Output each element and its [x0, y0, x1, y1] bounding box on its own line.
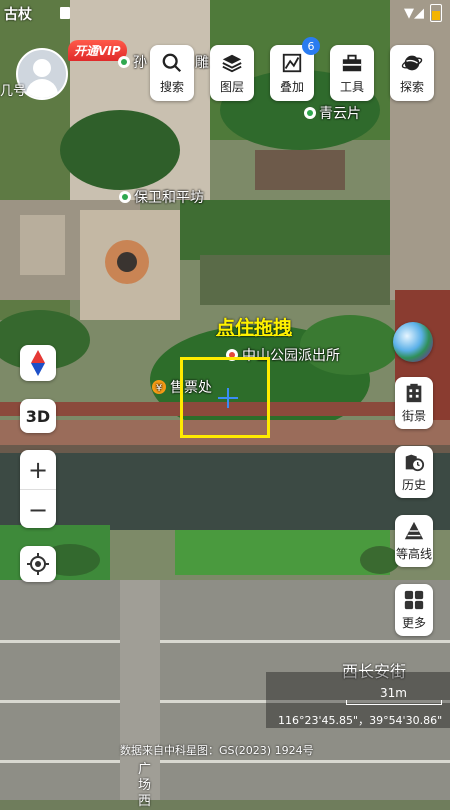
poi-label: 保卫和平坊	[134, 190, 204, 206]
signal-icon: ▼◢	[404, 5, 424, 21]
vertical-place-label: 广场西	[138, 762, 152, 809]
locate-button[interactable]	[20, 546, 56, 582]
poi-partial-right[interactable]: 雕	[195, 52, 209, 72]
status-bar: 古杖 ▼◢	[0, 0, 450, 28]
poi-label: 雕	[195, 55, 209, 71]
avatar-caption: 几号	[0, 84, 27, 99]
scale-label: 31m	[380, 686, 407, 700]
contour-button[interactable]: 等高线	[395, 515, 433, 567]
map-attribution: 数据来自中科星图：GS(2023) 1924号	[120, 744, 314, 757]
street-view-icon	[406, 383, 422, 403]
search-label: 搜索	[159, 79, 184, 94]
more-grid-icon	[404, 590, 424, 610]
planet-icon	[401, 55, 423, 70]
history-button[interactable]: 历史	[395, 446, 433, 498]
avatar-head	[33, 59, 51, 77]
poi-qingyunpian[interactable]: 青云片	[304, 103, 361, 123]
tools-label: 工具	[339, 79, 364, 94]
more-button[interactable]: 更多	[395, 584, 433, 636]
coordinate-readout: 116°23'45.85"，39°54'30.86"	[278, 714, 443, 727]
poi-label: 孙	[133, 55, 147, 71]
contour-icon	[404, 521, 424, 540]
zoom-control: + −	[20, 450, 56, 528]
overlay-count-badge: 6	[302, 37, 320, 55]
layers-label: 图层	[219, 79, 244, 94]
explore-label: 探索	[399, 79, 424, 94]
locate-icon	[27, 553, 49, 575]
layers-icon	[222, 54, 242, 72]
ticket-marker-icon: ¥	[152, 380, 166, 394]
svg-text:¥: ¥	[156, 383, 162, 394]
search-button[interactable]: 搜索	[150, 45, 194, 101]
battery-icon	[430, 4, 442, 22]
compass-button[interactable]	[20, 345, 56, 381]
crosshair-icon[interactable]	[218, 388, 238, 408]
status-right-group: ▼◢	[404, 4, 442, 22]
street-view-button[interactable]: 街景	[395, 377, 433, 429]
contour-label: 等高线	[395, 547, 432, 561]
layers-button[interactable]: 图层	[210, 45, 254, 101]
scale-bar	[346, 700, 442, 705]
search-icon	[162, 53, 182, 72]
notification-icon	[60, 7, 70, 19]
poi-partial-left[interactable]: 孙	[118, 52, 147, 72]
poi-baowei-heping-fang[interactable]: 保卫和平坊	[119, 187, 204, 207]
overlay-label: 叠加	[279, 79, 304, 94]
overlay-button[interactable]: 叠加 6	[270, 37, 320, 101]
toolbox-icon	[342, 54, 362, 71]
avatar-body	[26, 79, 58, 98]
poi-label: 青云片	[319, 106, 361, 122]
history-label: 历史	[401, 478, 426, 492]
street-view-label: 街景	[401, 409, 426, 423]
poi-marker-icon	[304, 107, 316, 119]
zoom-in-button[interactable]: +	[20, 450, 56, 490]
globe-button[interactable]	[393, 322, 433, 362]
poi-marker-icon	[119, 191, 131, 203]
zoom-out-button[interactable]: −	[20, 490, 56, 529]
poi-marker-icon	[118, 56, 130, 68]
more-label: 更多	[401, 616, 426, 630]
compass-icon	[31, 350, 45, 376]
history-icon	[405, 454, 425, 472]
drag-hint-label: 点住拖拽	[216, 317, 293, 339]
3d-toggle-button[interactable]: 3D	[20, 399, 56, 433]
tools-button[interactable]: 工具	[330, 45, 374, 101]
status-text: 古杖	[4, 7, 32, 23]
overlay-icon	[282, 53, 302, 72]
explore-button[interactable]: 探索	[390, 45, 434, 101]
